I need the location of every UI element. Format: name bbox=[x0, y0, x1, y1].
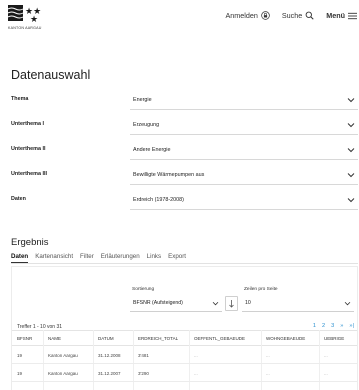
result-tabs: Daten Kartenansicht Filter Erläuterungen… bbox=[11, 253, 193, 263]
column-header[interactable]: NAME bbox=[48, 336, 61, 341]
page-2-link[interactable]: 2 bbox=[322, 323, 325, 329]
table-cell: 3'290 bbox=[138, 371, 149, 376]
table-cell: ... bbox=[266, 371, 270, 376]
coat-of-arms-icon: ★★ ★ bbox=[7, 5, 41, 25]
form-label: Thema bbox=[11, 96, 29, 102]
column-header[interactable]: DATUM bbox=[98, 336, 114, 341]
form-row-unterthema-3: Unterthema III Bewilligte Wärmepumpen au… bbox=[0, 164, 359, 186]
table-cell: 19 bbox=[17, 353, 23, 358]
table-cell: ... bbox=[194, 353, 198, 358]
form-row-unterthema-2: Unterthema II Andere Energie bbox=[0, 139, 359, 161]
form-label: Unterthema I bbox=[11, 121, 44, 127]
form-label: Daten bbox=[11, 196, 26, 202]
site-header: ★★ ★ KANTON AARGAU Anmelden Suche Menü bbox=[0, 0, 359, 38]
search-icon bbox=[305, 11, 314, 20]
svg-text:★: ★ bbox=[30, 15, 38, 25]
unterthema-2-select[interactable]: Andere Energie bbox=[130, 141, 358, 160]
form-row-daten: Daten Erdreich (1978-2008) bbox=[0, 189, 359, 211]
form-row-unterthema-1: Unterthema I Erzeugung bbox=[0, 114, 359, 136]
pagination: 1 2 3 » »| bbox=[307, 323, 354, 329]
select-value: Erzeugung bbox=[133, 122, 160, 128]
result-title: Ergebnis bbox=[11, 237, 49, 248]
table-cell: ... bbox=[324, 371, 328, 376]
tab-kartenansicht[interactable]: Kartenansicht bbox=[35, 253, 73, 263]
select-value: Bewilligte Wärmepumpen aus bbox=[133, 172, 205, 178]
table-cell: 19 bbox=[17, 371, 23, 376]
logo-text: KANTON AARGAU bbox=[8, 26, 42, 30]
chevron-down-icon bbox=[347, 198, 355, 203]
thema-select[interactable]: Energie bbox=[130, 91, 358, 110]
rows-per-page-label: Zeilen pro Seite bbox=[244, 287, 278, 292]
sort-value: BFSNR (Aufsteigend) bbox=[133, 300, 183, 306]
table-cell: 3'481 bbox=[138, 353, 149, 358]
column-header[interactable]: UEBRIGE bbox=[324, 336, 344, 341]
search-label: Suche bbox=[281, 11, 303, 20]
tab-daten[interactable]: Daten bbox=[11, 253, 29, 263]
search-link[interactable]: Suche bbox=[282, 11, 314, 20]
menu-button[interactable]: Menü bbox=[326, 11, 357, 20]
daten-select[interactable]: Erdreich (1978-2008) bbox=[130, 191, 358, 210]
login-lock-icon bbox=[261, 11, 270, 20]
chevron-down-icon bbox=[347, 98, 355, 103]
select-value: Andere Energie bbox=[133, 147, 171, 153]
table-header: BFSNR NAME DATUM ERDREICH_TOTAL OEFFENTL… bbox=[12, 330, 357, 346]
tab-filter[interactable]: Filter bbox=[80, 253, 94, 263]
last-page-link[interactable]: »| bbox=[349, 323, 354, 329]
page-title: Datenauswahl bbox=[11, 68, 91, 82]
kanton-aargau-logo[interactable]: ★★ ★ KANTON AARGAU bbox=[7, 3, 58, 33]
chevron-down-icon bbox=[347, 173, 355, 178]
next-page-link[interactable]: » bbox=[340, 323, 343, 329]
form-row-thema: Thema Energie bbox=[0, 89, 359, 111]
form-label: Unterthema II bbox=[11, 146, 46, 152]
tab-erlaeuterungen[interactable]: Erläuterungen bbox=[101, 253, 140, 263]
page-1-link[interactable]: 1 bbox=[313, 323, 316, 329]
table-cell: ... bbox=[194, 371, 198, 376]
tabs-divider bbox=[11, 263, 358, 264]
tab-export[interactable]: Export bbox=[168, 253, 186, 263]
sort-select[interactable]: BFSNR (Aufsteigend) bbox=[130, 295, 222, 312]
unterthema-3-select[interactable]: Bewilligte Wärmepumpen aus bbox=[130, 166, 358, 185]
column-header[interactable]: BFSNR bbox=[17, 336, 32, 341]
form-label: Unterthema III bbox=[11, 171, 47, 177]
chevron-down-icon bbox=[347, 148, 355, 153]
table-cell: ... bbox=[324, 353, 328, 358]
select-value: Energie bbox=[133, 97, 152, 103]
chevron-down-icon bbox=[344, 301, 351, 306]
table-cell: 31.12.2007 bbox=[98, 371, 121, 376]
column-header[interactable]: WOHNGEBAEUDE bbox=[266, 336, 305, 341]
column-header[interactable]: ERDREICH_TOTAL bbox=[138, 336, 178, 341]
data-panel: Sortierung BFSNR (Aufsteigend) Zeilen pr… bbox=[11, 266, 358, 390]
table-cell: Kanton Aargau bbox=[48, 353, 78, 358]
select-value: Erdreich (1978-2008) bbox=[133, 197, 184, 203]
chevron-down-icon bbox=[347, 123, 355, 128]
table-row[interactable]: 19 Kanton Aargau 31.12.2008 3'481 ... ..… bbox=[12, 347, 357, 364]
column-header[interactable]: OEFFENTL_GEBAEUDE bbox=[194, 336, 245, 341]
hamburger-icon bbox=[348, 12, 357, 19]
table-cell: 31.12.2008 bbox=[98, 353, 121, 358]
page-3-link[interactable]: 3 bbox=[331, 323, 334, 329]
login-label: Anmelden bbox=[225, 11, 258, 20]
rows-per-page-value: 10 bbox=[245, 300, 251, 306]
table-cell: ... bbox=[266, 353, 270, 358]
table-cell: Kanton Aargau bbox=[48, 371, 78, 376]
sort-direction-button[interactable] bbox=[225, 296, 238, 311]
unterthema-1-select[interactable]: Erzeugung bbox=[130, 116, 358, 135]
menu-label: Menü bbox=[326, 11, 345, 20]
sort-arrow-icon bbox=[229, 300, 234, 308]
login-link[interactable]: Anmelden bbox=[225, 11, 270, 20]
chevron-down-icon bbox=[212, 301, 219, 306]
table-row[interactable]: 19 Kanton Aargau 31.12.2007 3'290 ... ..… bbox=[12, 365, 357, 382]
tab-links[interactable]: Links bbox=[147, 253, 161, 263]
sort-label: Sortierung bbox=[132, 287, 155, 292]
top-nav: Anmelden Suche Menü bbox=[213, 11, 357, 20]
rows-per-page-select[interactable]: 10 bbox=[242, 295, 354, 312]
